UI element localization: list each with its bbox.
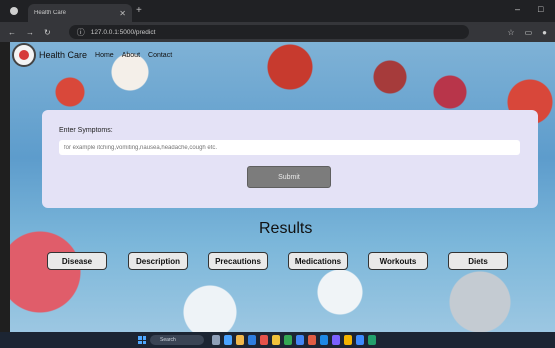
precautions-button[interactable]: Precautions	[208, 252, 268, 270]
app-icon-6[interactable]	[308, 335, 316, 345]
symptom-form-card: Enter Symptoms: Submit	[42, 110, 538, 208]
site-navbar: Health Care Home About Contact	[10, 42, 555, 68]
results-heading: Results	[259, 220, 313, 237]
taskbar-search[interactable]: Search	[150, 335, 204, 345]
app-icon-7[interactable]	[320, 335, 328, 345]
brand-name: Health Care	[39, 50, 88, 60]
forward-icon[interactable]: →	[26, 28, 34, 37]
reload-icon[interactable]: ↻	[44, 28, 51, 37]
file-explorer-icon[interactable]	[236, 335, 244, 345]
app-icon-3[interactable]	[260, 335, 268, 345]
app-icon-5[interactable]	[296, 335, 304, 345]
browser-tab[interactable]: Health Care ✕	[28, 4, 132, 22]
minimize-icon[interactable]: –	[515, 4, 520, 14]
new-tab-icon[interactable]: +	[136, 5, 142, 16]
description-button[interactable]: Description	[128, 252, 188, 270]
close-tab-icon[interactable]: ✕	[119, 9, 126, 18]
url-text: 127.0.0.1:5000/predict	[90, 28, 156, 36]
disease-button[interactable]: Disease	[47, 252, 107, 270]
logo-icon	[12, 43, 36, 67]
symptoms-input[interactable]	[59, 140, 520, 155]
app-icon-1[interactable]	[224, 335, 232, 345]
app-icon-2[interactable]	[248, 335, 256, 345]
app-icon-10[interactable]	[356, 335, 364, 345]
diets-button[interactable]: Diets	[448, 252, 508, 270]
app-icon-9[interactable]	[344, 335, 352, 345]
medications-button[interactable]: Medications	[288, 252, 348, 270]
start-icon[interactable]	[138, 336, 146, 344]
os-taskbar: Search	[0, 332, 555, 348]
taskbar-app-icons	[212, 335, 376, 345]
workouts-button[interactable]: Workouts	[368, 252, 428, 270]
back-icon[interactable]: ←	[8, 28, 16, 37]
page-viewport: Health Care Home About Contact Enter Sym…	[10, 42, 555, 332]
extensions-icon[interactable]: ▭	[525, 28, 533, 37]
tab-title: Health Care	[34, 10, 67, 16]
weather-widget[interactable]	[6, 335, 46, 345]
site-info-icon[interactable]: ⓘ	[77, 27, 85, 38]
address-bar[interactable]: ⓘ 127.0.0.1:5000/predict	[68, 25, 469, 39]
symptoms-label: Enter Symptoms:	[59, 127, 113, 134]
nav-link-home[interactable]: Home	[95, 52, 114, 59]
task-view-icon[interactable]	[212, 335, 220, 345]
app-icon-4[interactable]	[272, 335, 280, 345]
app-icon-11[interactable]	[368, 335, 376, 345]
profile-icon[interactable]: ●	[542, 28, 547, 37]
nav-link-about[interactable]: About	[122, 52, 140, 59]
nav-link-contact[interactable]: Contact	[148, 52, 172, 59]
maximize-icon[interactable]: □	[538, 4, 543, 14]
submit-button[interactable]: Submit	[247, 166, 331, 188]
browser-tab-bar: Health Care ✕ + – □	[0, 0, 555, 22]
chrome-icon[interactable]	[284, 335, 292, 345]
address-bar-row: ← → ↻ ⓘ 127.0.0.1:5000/predict ☆ ▭ ●	[0, 22, 555, 42]
app-icon-8[interactable]	[332, 335, 340, 345]
tab-menu-icon[interactable]	[10, 7, 18, 15]
bookmark-star-icon[interactable]: ☆	[507, 28, 514, 37]
